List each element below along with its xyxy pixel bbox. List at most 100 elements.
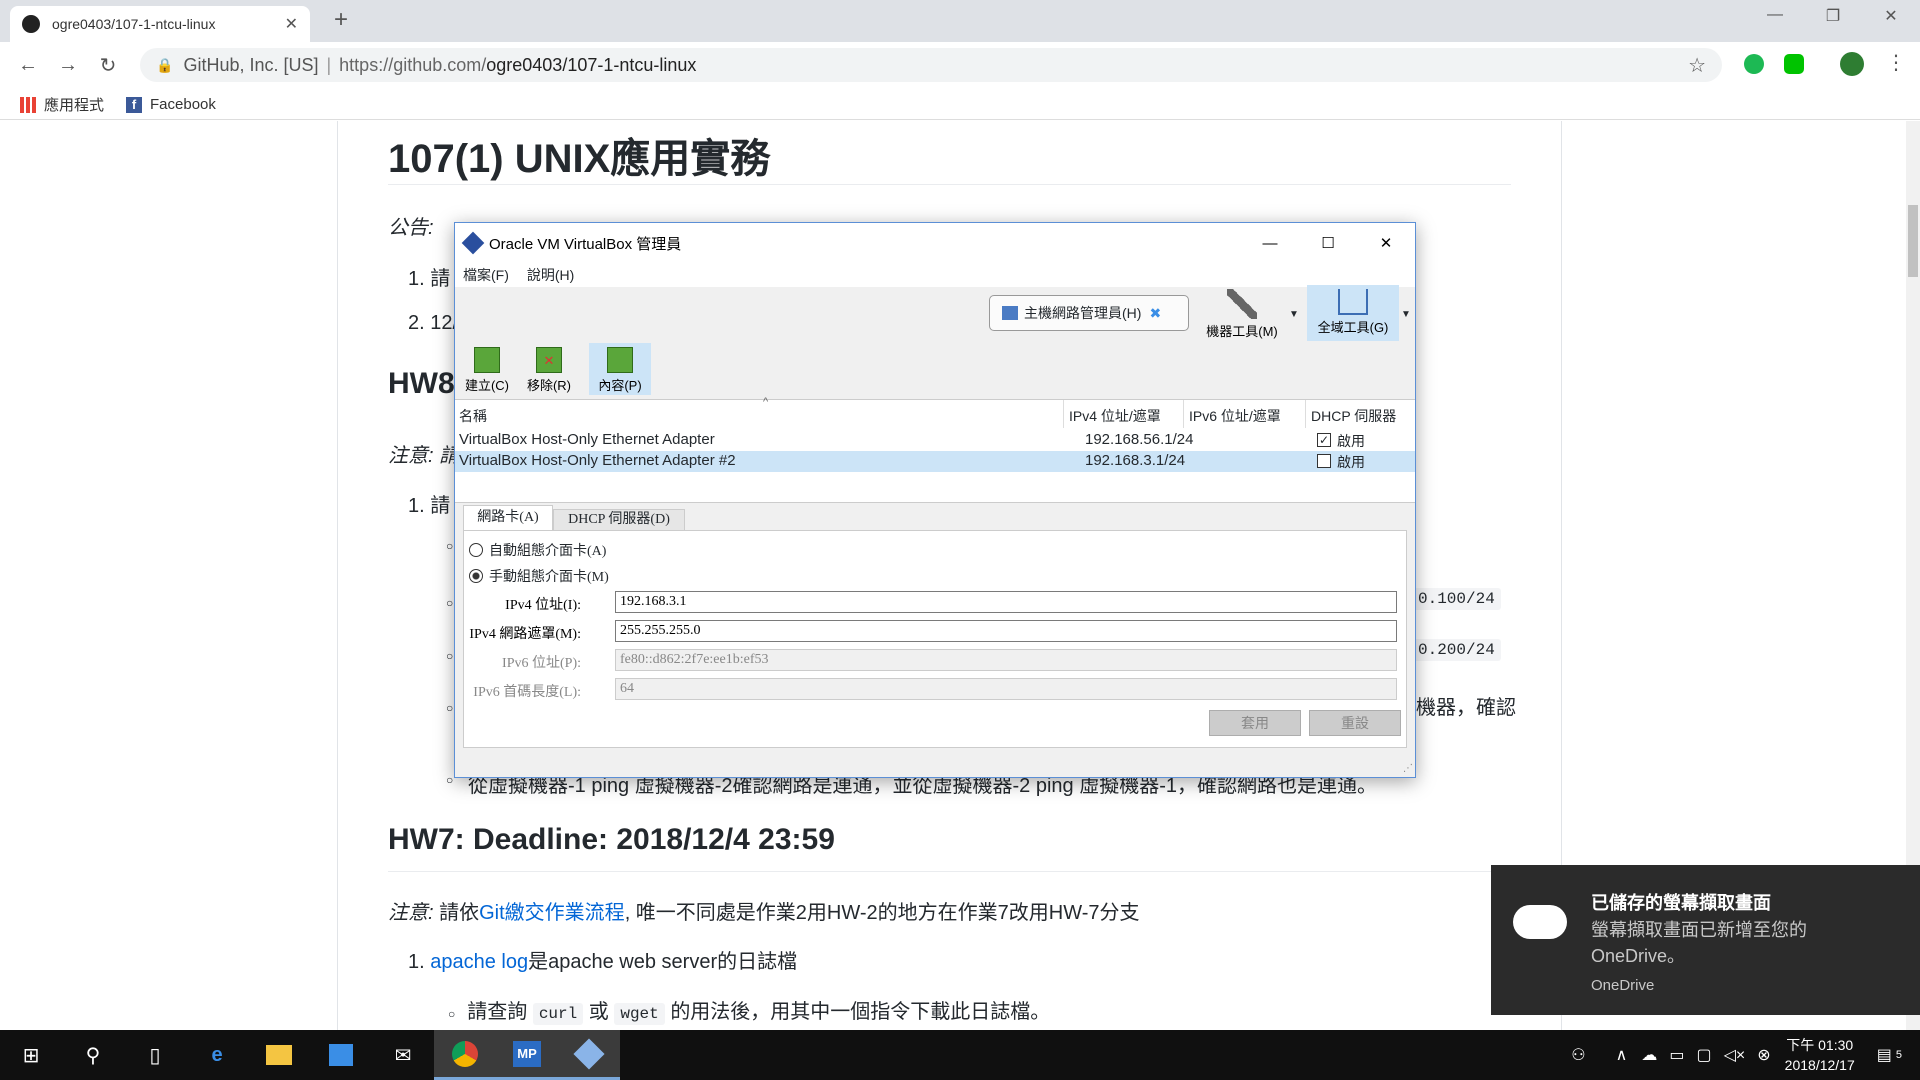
hw8-note: 注意: 請 <box>388 445 460 467</box>
volume-mute-icon[interactable]: ◁× <box>1724 1045 1746 1065</box>
hw8-item-1: 1. 請 <box>408 495 451 517</box>
reload-icon[interactable]: ↻ <box>88 53 128 78</box>
bookmark-facebook[interactable]: f Facebook <box>126 96 216 113</box>
col-ipv4[interactable]: IPv4 位址/遮罩 <box>1069 406 1161 426</box>
scrollbar-thumb[interactable] <box>1908 205 1918 277</box>
global-tools-button[interactable]: 全域工具(G) <box>1307 285 1399 341</box>
git-flow-link[interactable]: Git繳交作業流程 <box>479 902 625 924</box>
start-windows-icon[interactable]: ⊞ <box>0 1030 62 1080</box>
mail-icon[interactable]: ✉ <box>372 1030 434 1080</box>
properties-icon <box>607 347 633 373</box>
ipv4-addr-field[interactable]: 192.168.3.1 <box>615 591 1397 613</box>
task-view-icon[interactable]: ▯ <box>124 1030 186 1080</box>
bullet: ○ <box>446 701 454 715</box>
tab-dhcp-server[interactable]: DHCP 伺服器(D) <box>553 509 685 531</box>
bookmark-apps[interactable]: 應用程式 <box>20 94 104 115</box>
col-name[interactable]: 名稱 <box>459 406 487 426</box>
taskbar: ⊞ ⚲ ▯ e ✉ MP ⚇ ∧ ☁ ▭ ▢ ◁× ⊗ 下午 01:30 201… <box>0 1030 1920 1080</box>
hw7-sub-item: ○ 請查詢 curl 或 wget 的用法後，用其中一個指令下載此日誌檔。 <box>448 1001 1051 1025</box>
tab-close-icon[interactable]: ✕ <box>285 14 298 34</box>
lock-icon: 🔒 <box>156 56 174 73</box>
radio-auto[interactable]: 自動組態介面卡(A) <box>469 540 606 560</box>
col-divider <box>1305 400 1306 428</box>
ipv6-prefix-field[interactable]: 64 <box>615 678 1397 700</box>
menu-file[interactable]: 檔案(F) <box>463 265 509 285</box>
tools-icon <box>1338 289 1368 315</box>
adapter-list: ^ 名稱 IPv4 位址/遮罩 IPv6 位址/遮罩 DHCP 伺服器 Virt… <box>455 396 1415 503</box>
vbox-close-icon[interactable]: ✕ <box>1357 234 1415 252</box>
virtualbox-taskbar-icon[interactable] <box>558 1030 620 1080</box>
tab-adapter[interactable]: 網路卡(A) <box>463 505 553 531</box>
col-dhcp[interactable]: DHCP 伺服器 <box>1311 406 1396 426</box>
close-icon[interactable]: ✕ <box>1868 6 1914 26</box>
ipv4-mask-field[interactable]: 255.255.255.0 <box>615 620 1397 642</box>
menu-help[interactable]: 說明(H) <box>527 265 574 285</box>
chevron-up-icon[interactable]: ∧ <box>1616 1045 1628 1065</box>
star-icon[interactable]: ☆ <box>1688 53 1706 78</box>
global-tools-dropdown-icon[interactable]: ▼ <box>1401 309 1411 320</box>
file-explorer-icon[interactable] <box>248 1030 310 1080</box>
hw8-text-right: 機器，確認 <box>1416 697 1516 719</box>
apply-button[interactable]: 套用 <box>1209 710 1301 736</box>
onedrive-toast[interactable]: 已儲存的螢幕擷取畫面 螢幕擷取畫面已新增至您的 OneDrive。 OneDri… <box>1491 865 1920 1015</box>
network-tray-icon[interactable]: ▢ <box>1696 1045 1711 1065</box>
line-extension-icon[interactable] <box>1784 54 1804 74</box>
forward-icon[interactable]: → <box>48 54 88 77</box>
table-row[interactable]: VirtualBox Host-Only Ethernet Adapter 19… <box>455 430 1415 451</box>
machine-tools-button[interactable]: 機器工具(M) <box>1197 289 1287 340</box>
announce-item-1: 1. 請 <box>408 268 451 290</box>
action-center-icon[interactable]: ▤ <box>1877 1045 1892 1065</box>
radio-manual-circle[interactable] <box>469 569 483 583</box>
cloud-icon <box>1513 905 1567 939</box>
code-snippet-2: 0.200/24 <box>1412 639 1501 661</box>
battery-icon[interactable]: ▭ <box>1669 1045 1684 1065</box>
edge-icon[interactable]: e <box>186 1030 248 1080</box>
clock[interactable]: 下午 01:30 2018/12/17 <box>1785 1035 1855 1075</box>
reset-button[interactable]: 重設 <box>1309 710 1401 736</box>
browser-tab[interactable]: ogre0403/107-1-ntcu-linux ✕ <box>10 6 310 42</box>
new-tab-button[interactable]: + <box>326 6 356 36</box>
notification-count: 5 <box>1895 1049 1902 1061</box>
hw7-note: 注意: 請依Git繳交作業流程, 唯一不同處是作業2用HW-2的地方在作業7改用… <box>388 902 1140 924</box>
mp-app-icon[interactable]: MP <box>496 1030 558 1080</box>
col-ipv6[interactable]: IPv6 位址/遮罩 <box>1189 406 1281 426</box>
resize-grip-icon[interactable]: ⋰ <box>1403 763 1413 774</box>
profile-avatar[interactable] <box>1840 52 1864 76</box>
dhcp-checkbox[interactable]: ✓ <box>1317 433 1331 447</box>
vbox-minimize-icon[interactable]: — <box>1241 235 1299 252</box>
remove-button[interactable]: ✕ 移除(R) <box>521 347 577 394</box>
title-divider <box>388 184 1511 185</box>
search-icon[interactable]: ⚲ <box>62 1030 124 1080</box>
create-button[interactable]: 建立(C) <box>459 347 515 394</box>
properties-button[interactable]: 內容(P) <box>589 343 651 395</box>
share-extension-icon[interactable] <box>1744 54 1764 74</box>
facebook-icon: f <box>126 96 143 113</box>
radio-manual[interactable]: 手動組態介面卡(M) <box>469 566 609 586</box>
vbox-logo-icon <box>461 231 485 255</box>
toast-body: 螢幕擷取畫面已新增至您的 OneDrive。 <box>1591 920 1807 966</box>
radio-auto-circle[interactable] <box>469 543 483 557</box>
machine-tools-dropdown-icon[interactable]: ▼ <box>1289 309 1299 320</box>
restore-icon[interactable]: ❐ <box>1810 6 1856 26</box>
bullet: ○ <box>446 539 454 553</box>
people-icon[interactable]: ⚇ <box>1571 1045 1585 1065</box>
host-network-manager-button[interactable]: 主機網路管理員(H) ✖ <box>989 295 1189 331</box>
address-bar[interactable]: 🔒 GitHub, Inc. [US] | https://github.com… <box>140 48 1722 82</box>
dhcp-checkbox[interactable] <box>1317 454 1331 468</box>
close-tool-icon[interactable]: ✖ <box>1149 305 1161 322</box>
apache-log-link[interactable]: apache log <box>430 951 528 973</box>
ipv6-addr-field[interactable]: fe80::d862:2f7e:ee1b:ef53 <box>615 649 1397 671</box>
onedrive-tray-icon[interactable]: ☁ <box>1641 1045 1657 1065</box>
menu-kebab-icon[interactable]: ⋮ <box>1886 50 1906 75</box>
chrome-icon[interactable] <box>434 1030 496 1080</box>
vbox-maximize-icon[interactable]: ☐ <box>1299 234 1357 252</box>
toast-source: OneDrive <box>1591 977 1655 994</box>
ime-icon[interactable]: ⊗ <box>1757 1045 1770 1065</box>
hw8-heading: HW8 <box>388 367 455 400</box>
table-row[interactable]: VirtualBox Host-Only Ethernet Adapter #2… <box>455 451 1415 472</box>
back-icon[interactable]: ← <box>8 54 48 77</box>
create-icon <box>474 347 500 373</box>
store-icon[interactable] <box>310 1030 372 1080</box>
col-divider <box>1183 400 1184 428</box>
minimize-icon[interactable]: — <box>1752 6 1798 24</box>
